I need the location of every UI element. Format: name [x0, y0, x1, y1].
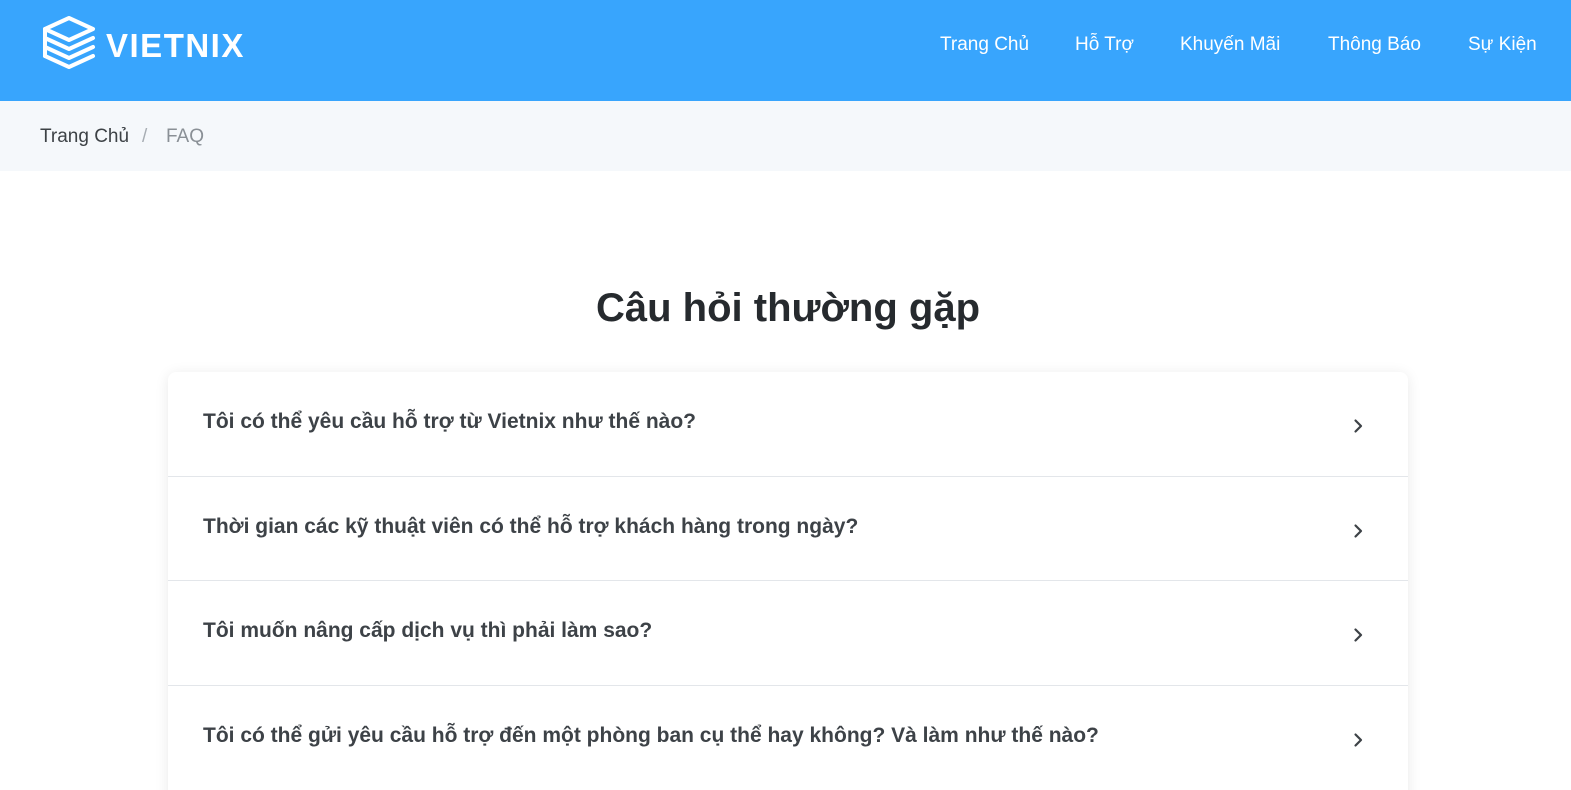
faq-question: Tôi muốn nâng cấp dịch vụ thì phải làm s… [203, 619, 653, 642]
faq-item[interactable]: Tôi có thể gửi yêu cầu hỗ trợ đến một ph… [168, 686, 1408, 790]
faq-question: Tôi có thể gửi yêu cầu hỗ trợ đến một ph… [203, 724, 1099, 747]
breadcrumb-home-link[interactable]: Trang Chủ [40, 124, 129, 150]
vietnix-logo[interactable]: VIETNIX [40, 14, 245, 76]
nav-item-thong-bao[interactable]: Thông Báo [1328, 30, 1421, 60]
breadcrumb: Trang Chủ / FAQ [0, 101, 1571, 171]
faq-question: Tôi có thể yêu cầu hỗ trợ từ Vietnix như… [203, 410, 696, 433]
page-title: Câu hỏi thường gặp [595, 286, 981, 330]
faq-question: Thời gian các kỹ thuật viên có thể hỗ tr… [203, 515, 859, 538]
nav-item-trang-chu[interactable]: Trang Chủ [940, 30, 1029, 60]
breadcrumb-separator: / [142, 126, 148, 147]
nav-item-su-kien[interactable]: Sự Kiện [1468, 30, 1537, 60]
chevron-right-icon [1354, 628, 1363, 642]
breadcrumb-current: FAQ [166, 126, 205, 147]
faq-item[interactable]: Tôi có thể yêu cầu hỗ trợ từ Vietnix như… [168, 372, 1408, 476]
site-header: VIETNIX Trang Chủ Hỗ Trợ Khuyến Mãi Thôn… [0, 0, 1571, 101]
chevron-right-icon [1354, 733, 1363, 747]
chevron-right-icon [1354, 419, 1363, 433]
faq-list: Tôi có thể yêu cầu hỗ trợ từ Vietnix như… [168, 372, 1408, 790]
nav-item-khuyen-mai[interactable]: Khuyến Mãi [1180, 30, 1280, 60]
nav-item-ho-tro[interactable]: Hỗ Trợ [1075, 30, 1134, 60]
faq-item[interactable]: Thời gian các kỹ thuật viên có thể hỗ tr… [168, 477, 1408, 581]
brand-name: VIETNIX [106, 27, 245, 64]
faq-item[interactable]: Tôi muốn nâng cấp dịch vụ thì phải làm s… [168, 581, 1408, 685]
chevron-right-icon [1354, 524, 1363, 538]
server-stack-icon [43, 16, 95, 69]
